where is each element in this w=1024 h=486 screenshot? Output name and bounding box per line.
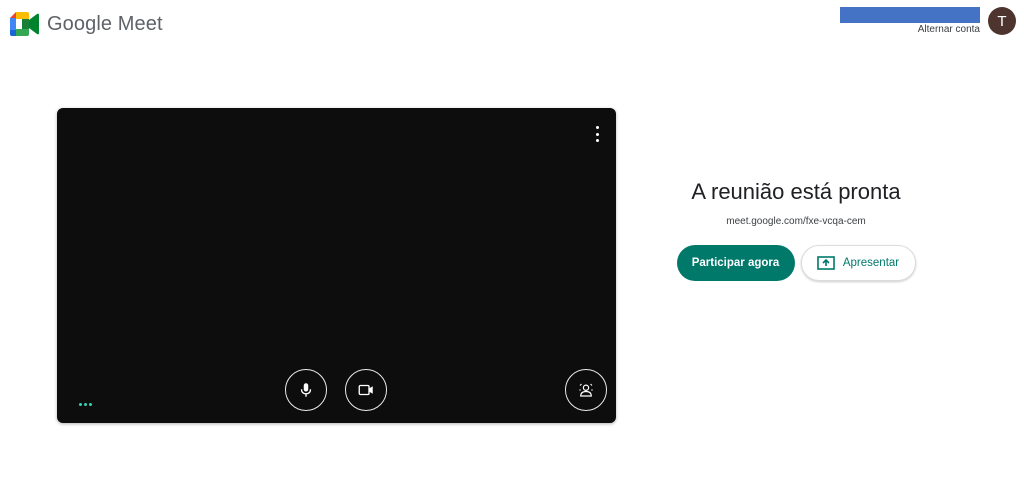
menu-dot <box>595 132 599 136</box>
audio-dot <box>89 403 92 406</box>
join-actions: Participar agora Apresentar <box>656 245 936 281</box>
account-area: Alternar conta T <box>840 7 1016 39</box>
more-vert-icon[interactable] <box>592 126 602 142</box>
audio-dot <box>84 403 87 406</box>
present-button-label: Apresentar <box>842 257 900 269</box>
video-camera-icon <box>358 384 373 396</box>
google-meet-logo[interactable]: Google Meet <box>10 12 163 36</box>
camera-toggle-button[interactable] <box>345 369 387 411</box>
join-now-button[interactable]: Participar agora <box>676 245 795 281</box>
ready-title: A reunião está pronta <box>691 179 901 204</box>
account-info: Alternar conta <box>840 7 980 35</box>
microphone-toggle-button[interactable] <box>285 369 327 411</box>
microphone-icon <box>300 383 312 397</box>
app-name: Google Meet <box>47 12 163 35</box>
audio-dot <box>79 403 82 406</box>
visual-effects-icon <box>579 383 593 397</box>
top-bar: Google Meet Alternar conta T <box>0 0 1024 48</box>
menu-dot <box>595 139 599 142</box>
ready-panel: A reunião está pronta meet.google.com/fx… <box>656 178 936 281</box>
visual-effects-button[interactable] <box>565 369 607 411</box>
switch-account-link[interactable]: Alternar conta <box>918 24 980 35</box>
present-button[interactable]: Apresentar <box>800 245 916 281</box>
menu-dot <box>595 126 599 129</box>
audio-level-indicator <box>79 403 92 406</box>
present-screen-icon <box>817 256 835 270</box>
account-email-redacted <box>840 7 980 23</box>
google-meet-logo-icon <box>10 12 39 36</box>
meeting-url: meet.google.com/fxe-vcqa-cem <box>726 216 866 227</box>
video-preview <box>57 108 616 423</box>
avatar[interactable]: T <box>988 7 1016 35</box>
